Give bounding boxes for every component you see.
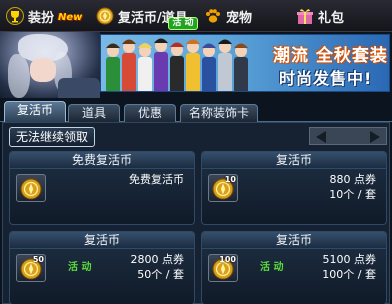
item-price-block: 880 点券 10个 / 套	[329, 172, 376, 202]
gift-icon	[297, 9, 313, 24]
item-price: 免费复活币	[129, 173, 184, 186]
item-card-free-revive-coin[interactable]: 免费复活币 免费复活币	[9, 151, 195, 225]
coin-icon	[96, 7, 114, 25]
item-title: 免费复活币	[10, 152, 194, 169]
tab-discounts[interactable]: 优惠	[124, 104, 176, 122]
nav-pets[interactable]: 宠物	[204, 6, 252, 26]
item-unit: 100个 / 套	[322, 268, 376, 281]
item-price-block: 2800 点券 50个 / 套	[131, 252, 185, 282]
banner-subline: 时尚发售中!	[279, 69, 373, 88]
item-price: 5100 点券	[322, 253, 377, 266]
banner-headline: 潮流 全秋套装	[273, 46, 388, 66]
item-icon-box: 50	[16, 254, 46, 282]
top-navigation: 装扮 New 复活币/道具 活 动 宠物 礼包	[0, 0, 392, 32]
nav-dress-up[interactable]: 装扮	[6, 6, 54, 26]
character-illustration	[0, 32, 100, 98]
event-tag: 活 动	[68, 262, 92, 273]
event-tag: 活 动	[260, 262, 284, 273]
item-unit: 10个 / 套	[329, 188, 376, 201]
item-price: 880 点券	[329, 173, 377, 186]
models-illustration	[106, 38, 248, 91]
nav-pets-label: 宠物	[226, 10, 253, 26]
tab-items[interactable]: 道具	[68, 104, 120, 122]
nav-gift-packs[interactable]: 礼包	[296, 6, 344, 26]
item-unit: 50个 / 套	[137, 268, 184, 281]
new-badge: New	[58, 12, 83, 23]
pager	[309, 127, 387, 145]
coin-quantity: 10	[224, 175, 236, 184]
nav-dress-up-label: 装扮	[28, 10, 55, 26]
nav-gift-packs-label: 礼包	[318, 10, 345, 26]
item-price-block: 5100 点券 100个 / 套	[322, 252, 376, 282]
tab-revive-coins[interactable]: 复活币	[4, 101, 66, 123]
prev-page-icon[interactable]	[316, 131, 326, 143]
item-title: 复活币	[202, 152, 386, 169]
item-card-revive-coin-10[interactable]: 复活币 10 880 点券 10个 / 套	[201, 151, 387, 225]
coin-quantity: 50	[32, 255, 44, 264]
item-price: 2800 点券	[130, 253, 185, 266]
trophy-icon	[6, 7, 24, 25]
cannot-claim-button[interactable]: 无法继续领取	[9, 127, 96, 147]
item-icon-box	[16, 174, 46, 202]
item-icon-box: 10	[208, 174, 238, 202]
item-title: 复活币	[202, 232, 386, 249]
tab-bar: 复活币 道具 优惠 名称装饰卡	[0, 98, 392, 123]
coin-quantity: 100	[219, 255, 236, 264]
item-card-revive-coin-100[interactable]: 复活币 100 活 动 5100 点券 100个 / 套	[201, 231, 387, 304]
promo-banner[interactable]: 潮流 全秋套装 时尚发售中!	[100, 34, 390, 92]
tab-name-decoration-card[interactable]: 名称装饰卡	[180, 104, 258, 122]
event-badge: 活 动	[168, 17, 198, 30]
item-card-revive-coin-50[interactable]: 复活币 50 活 动 2800 点券 50个 / 套	[9, 231, 195, 304]
item-title: 复活币	[10, 232, 194, 249]
revive-coin-icon	[20, 178, 42, 200]
paw-icon	[206, 9, 220, 23]
item-icon-box: 100	[208, 254, 238, 282]
shop-content: 无法继续领取 免费复活币 免费复活币 复活币 10 880 点券 10个 / 套…	[2, 122, 390, 304]
next-page-icon[interactable]	[370, 131, 380, 143]
